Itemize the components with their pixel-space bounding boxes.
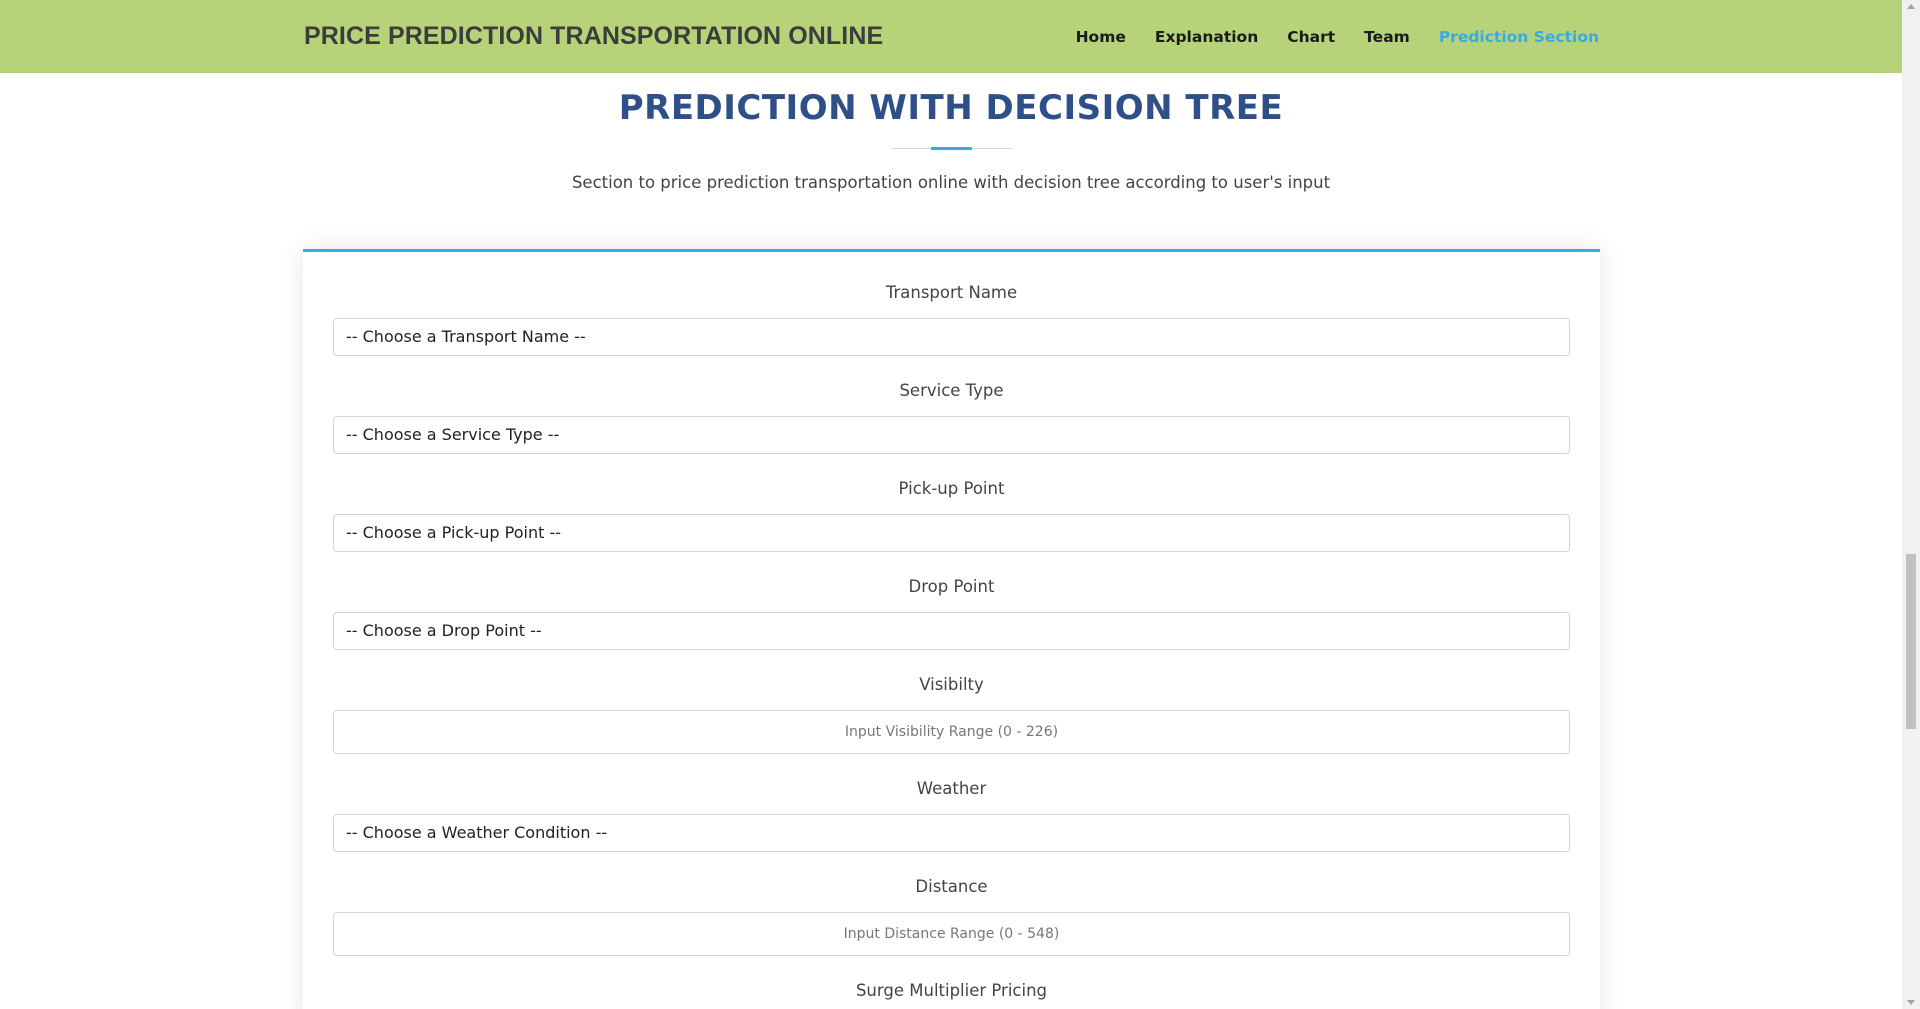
pickup-point-label: Pick-up Point <box>898 479 1005 498</box>
section-subtitle: Section to price prediction transportati… <box>571 173 1331 192</box>
transport-name-label: Transport Name <box>885 283 1018 302</box>
surge-multiplier-label: Surge Multiplier Pricing <box>855 981 1048 1000</box>
pickup-point-select[interactable]: -- Choose a Pick-up Point -- <box>333 514 1570 552</box>
top-navbar: PRICE PREDICTION TRANSPORTATION ONLINE H… <box>0 0 1902 73</box>
prediction-form-card: Transport Name -- Choose a Transport Nam… <box>303 249 1600 1009</box>
nav-link-explanation[interactable]: Explanation <box>1155 28 1258 46</box>
visibility-label: Visibilty <box>919 675 984 694</box>
weather-select[interactable]: -- Choose a Weather Condition -- <box>333 814 1570 852</box>
main-nav: Home Explanation Chart Team Prediction S… <box>1047 0 1599 73</box>
page-scrollbar[interactable] <box>1902 0 1920 1009</box>
nav-link-prediction-section[interactable]: Prediction Section <box>1439 28 1599 46</box>
drop-point-label: Drop Point <box>908 577 995 596</box>
weather-label: Weather <box>916 779 987 798</box>
brand-title[interactable]: PRICE PREDICTION TRANSPORTATION ONLINE <box>304 0 883 73</box>
scrollbar-thumb[interactable] <box>1906 554 1916 729</box>
title-divider-accent <box>931 147 972 150</box>
scroll-up-arrow-icon[interactable] <box>1907 4 1915 9</box>
scroll-down-arrow-icon[interactable] <box>1907 1000 1915 1005</box>
nav-link-chart[interactable]: Chart <box>1287 28 1335 46</box>
nav-link-home[interactable]: Home <box>1076 28 1126 46</box>
service-type-select[interactable]: -- Choose a Service Type -- <box>333 416 1570 454</box>
visibility-input[interactable]: Input Visibility Range (0 - 226) <box>333 710 1570 754</box>
section-title: PREDICTION WITH DECISION TREE <box>618 88 1284 128</box>
transport-name-select[interactable]: -- Choose a Transport Name -- <box>333 318 1570 356</box>
service-type-label: Service Type <box>899 381 1004 400</box>
drop-point-select[interactable]: -- Choose a Drop Point -- <box>333 612 1570 650</box>
nav-link-team[interactable]: Team <box>1364 28 1410 46</box>
distance-label: Distance <box>915 877 988 896</box>
distance-input[interactable]: Input Distance Range (0 - 548) <box>333 912 1570 956</box>
